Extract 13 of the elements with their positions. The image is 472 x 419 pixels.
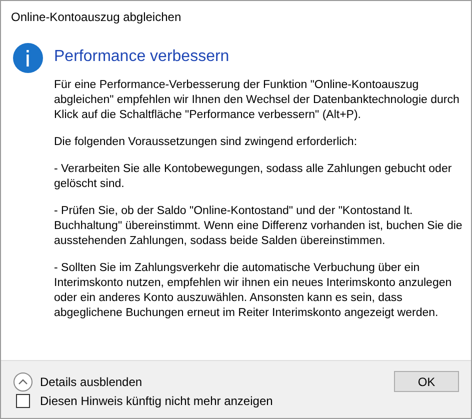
checkbox-label: Diesen Hinweis künftig nicht mehr anzeigen (40, 394, 273, 408)
ok-button[interactable]: OK (394, 371, 459, 392)
details-toggle[interactable]: Details ausblenden (13, 372, 142, 392)
details-label: Details ausblenden (40, 374, 142, 388)
message-paragraph: - Verarbeiten Sie alle Kontobewegungen, sodass alle Zahlungen gebucht oder gelöscht sind. (54, 162, 453, 192)
info-icon (13, 43, 43, 73)
message-paragraph: - Prüfen Sie, ob der Saldo "Online-Kontostand" und der "Kontostand lt. Buchhaltung" übereinstimmt. Wenn eine Differenz vorhanden ist, buchen Sie die ausstehenden Zahlungen, sodass beide Salden übereinstimmen. (54, 204, 463, 249)
message-paragraph: Die folgenden Voraussetzungen sind zwingend erforderlich: (54, 135, 358, 150)
window-title: Online-Kontoauszug abgleichen (10, 9, 182, 26)
checkbox[interactable] (16, 394, 30, 408)
dialog-heading: Performance verbessern (54, 48, 230, 66)
message-paragraph: Für eine Performance-Verbesserung der Funktion "Online-Kontoauszug abgleichen" empfehlen wir Ihnen den Wechsel der Datenbanktechnologie durch Klick auf die Schaltfläche "Performance verbessern" (Alt+P). (54, 78, 460, 123)
message-paragraph: - Sollten Sie im Zahlungsverkehr die automatische Verbuchung über ein Interimskonto nutzen, empfehlen wir ihnen ein neues Interimskonto anzulegen oder ein anderes Konto auszuwählen. Ansonsten kann es sein, dass abgeglichene Buchungen erneut im Reiter Interimskonto angezeigt werden. (54, 261, 453, 321)
